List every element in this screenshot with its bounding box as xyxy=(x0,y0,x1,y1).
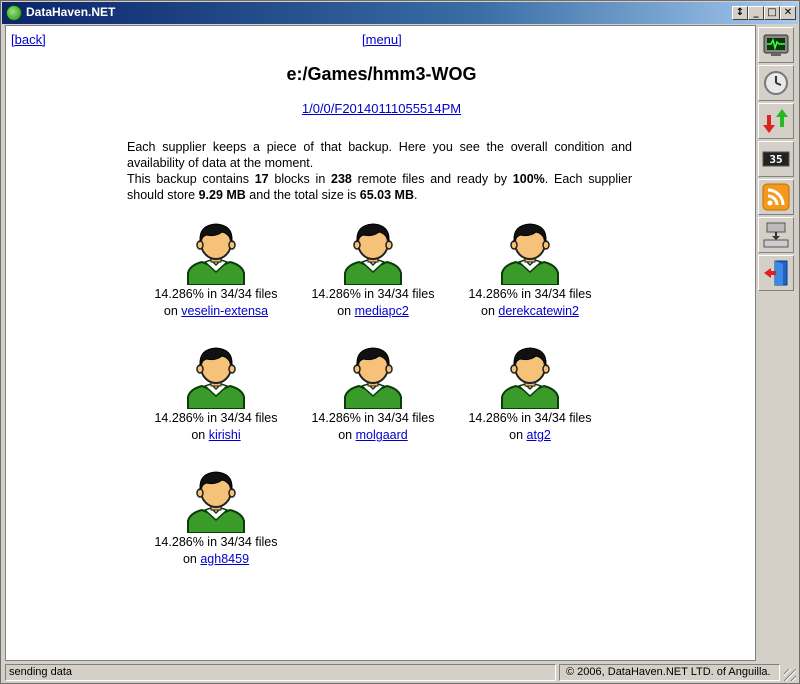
desc-text: and the total size is xyxy=(245,188,360,202)
content-area: [back] [menu] e:/Games/hmm3-WOG 1/0/0/F2… xyxy=(5,25,756,661)
user-avatar-icon[interactable] xyxy=(341,345,405,409)
user-avatar-icon[interactable] xyxy=(184,469,248,533)
supplier-link[interactable]: kirishi xyxy=(209,428,241,442)
supplier-on-label: on xyxy=(163,304,182,318)
total-size: 65.03 MB xyxy=(359,188,414,202)
desc-text: . xyxy=(413,188,418,202)
supplier-link[interactable]: derekcatewin2 xyxy=(498,304,579,318)
user-avatar-icon[interactable] xyxy=(184,345,248,409)
right-toolbar: 35 xyxy=(758,27,796,293)
desc-text: remote files and ready by xyxy=(351,172,513,186)
supplier-on-label: on xyxy=(337,304,355,318)
supplier-stat: 14.286% in 34/34 files xyxy=(311,287,435,301)
supplier-stat: 14.286% in 34/34 files xyxy=(154,287,278,301)
close-button[interactable]: ✕ xyxy=(780,6,796,20)
page-title: e:/Games/hmm3-WOG xyxy=(286,64,477,84)
per-supplier-size: 9.29 MB xyxy=(198,188,246,202)
supplier-host: on molgaard xyxy=(293,427,453,444)
supplier-on-label: on xyxy=(338,428,356,442)
app-logo-icon xyxy=(6,5,22,21)
supplier-card: 14.286% in 34/34 files on derekcatewin2 xyxy=(450,221,610,320)
blocks-count: 17 xyxy=(254,172,269,186)
desc-text: blocks in xyxy=(268,172,332,186)
user-avatar-icon[interactable] xyxy=(341,221,405,285)
supplier-host: on mediapc2 xyxy=(293,303,453,320)
user-avatar-icon[interactable] xyxy=(498,345,562,409)
backup-id-container: 1/0/0/F20140111055514PM xyxy=(6,101,755,116)
supplier-host: on veselin-extensa xyxy=(136,303,296,320)
window-title: DataHaven.NET xyxy=(26,5,116,19)
network-icon xyxy=(763,222,789,248)
user-avatar-icon[interactable] xyxy=(498,221,562,285)
supplier-link[interactable]: molgaard xyxy=(356,428,408,442)
supplier-host: on derekcatewin2 xyxy=(450,303,610,320)
backup-id-link[interactable]: 1/0/0/F20140111055514PM xyxy=(302,101,461,116)
rss-icon xyxy=(762,183,790,211)
pin-button[interactable]: ↕ xyxy=(732,6,748,20)
exit-button[interactable] xyxy=(758,255,794,291)
backup-description: Each supplier keeps a piece of that back… xyxy=(127,139,632,203)
status-message: sending data xyxy=(5,664,556,681)
desc-line1: Each supplier keeps a piece of that back… xyxy=(127,140,632,170)
supplier-card: 14.286% in 34/34 files on agh8459 xyxy=(136,469,296,568)
rss-button[interactable] xyxy=(758,179,794,215)
supplier-on-label: on xyxy=(182,552,201,566)
supplier-card: 14.286% in 34/34 files on kirishi xyxy=(136,345,296,444)
counter-text: 35 xyxy=(769,153,782,166)
supplier-link[interactable]: agh8459 xyxy=(200,552,249,566)
user-avatar-icon[interactable] xyxy=(184,221,248,285)
history-button[interactable] xyxy=(758,65,794,101)
minimize-button[interactable]: _ xyxy=(748,6,764,20)
ready-percent: 100% xyxy=(512,172,545,186)
title-bar[interactable]: DataHaven.NET ↕ _ □ ✕ xyxy=(2,2,798,24)
supplier-stat: 14.286% in 34/34 files xyxy=(154,535,278,549)
supplier-host: on kirishi xyxy=(136,427,296,444)
supplier-stat: 14.286% in 34/34 files xyxy=(154,411,278,425)
app-window: DataHaven.NET ↕ _ □ ✕ [back] [menu] e:/G… xyxy=(0,0,800,684)
supplier-stat: 14.286% in 34/34 files xyxy=(468,411,592,425)
exit-door-icon xyxy=(764,260,788,286)
supplier-link[interactable]: atg2 xyxy=(527,428,551,442)
supplier-on-label: on xyxy=(191,428,209,442)
monitor-icon xyxy=(763,34,789,56)
supplier-card: 14.286% in 34/34 files on molgaard xyxy=(293,345,453,444)
supplier-stat: 14.286% in 34/34 files xyxy=(311,411,435,425)
monitor-button[interactable] xyxy=(758,27,794,63)
supplier-link[interactable]: mediapc2 xyxy=(355,304,409,318)
status-bar: sending data © 2006, DataHaven.NET LTD. … xyxy=(2,662,798,683)
transfers-button[interactable] xyxy=(758,103,794,139)
menu-link[interactable]: [menu] xyxy=(362,32,402,47)
desc-text: This backup contains xyxy=(127,172,255,186)
supplier-on-label: on xyxy=(481,304,499,318)
files-count: 238 xyxy=(331,172,352,186)
back-link[interactable]: [back] xyxy=(11,32,46,47)
supplier-on-label: on xyxy=(509,428,527,442)
supplier-host: on agh8459 xyxy=(136,551,296,568)
supplier-host: on atg2 xyxy=(450,427,610,444)
counter-button[interactable]: 35 xyxy=(758,141,794,177)
network-button[interactable] xyxy=(758,217,794,253)
transfer-arrows-icon xyxy=(763,109,788,133)
supplier-card: 14.286% in 34/34 files on atg2 xyxy=(450,345,610,444)
resize-grip[interactable] xyxy=(784,669,796,681)
supplier-link[interactable]: veselin-extensa xyxy=(181,304,268,318)
counter-icon: 35 xyxy=(762,151,790,167)
supplier-card: 14.286% in 34/34 files on mediapc2 xyxy=(293,221,453,320)
maximize-button[interactable]: □ xyxy=(764,6,780,20)
supplier-stat: 14.286% in 34/34 files xyxy=(468,287,592,301)
supplier-card: 14.286% in 34/34 files on veselin-extens… xyxy=(136,221,296,320)
clock-icon xyxy=(764,71,788,95)
copyright-text: © 2006, DataHaven.NET LTD. of Anguilla. xyxy=(559,664,780,681)
